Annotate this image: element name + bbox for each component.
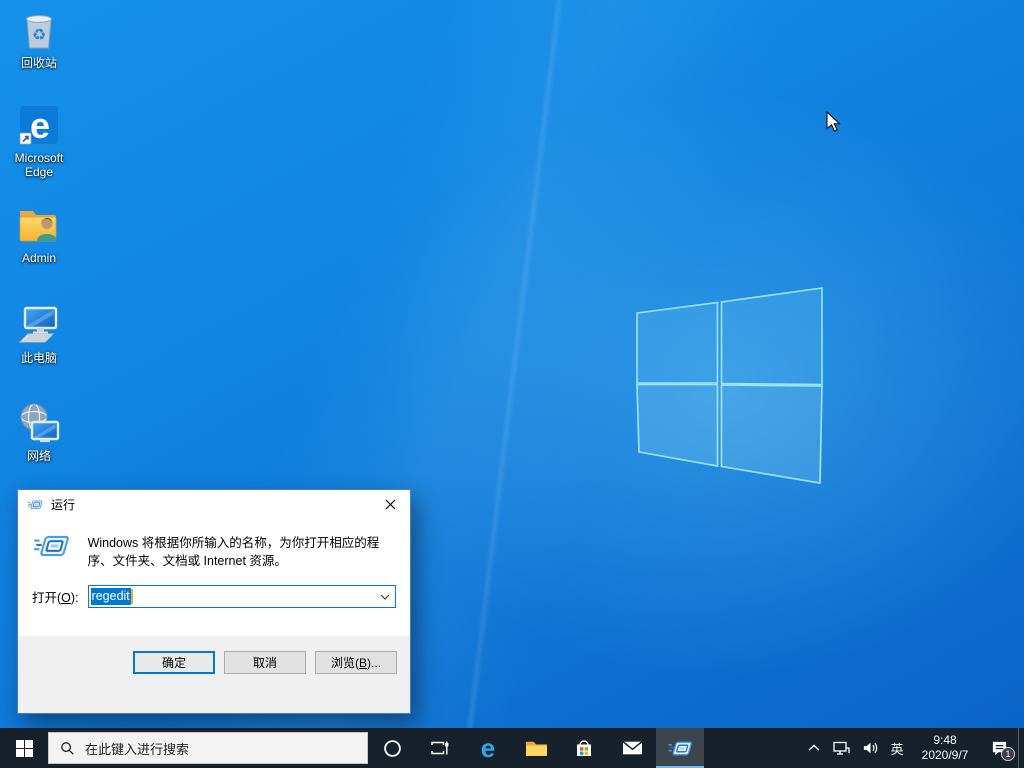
desktop-icon-microsoft-edge[interactable]: e Microsoft Edge bbox=[1, 101, 77, 180]
system-tray: 英 9:48 2020/9/7 1 bbox=[802, 728, 1024, 768]
tray-expand-button[interactable] bbox=[802, 728, 826, 768]
desktop-icon-this-pc[interactable]: 此电脑 bbox=[1, 301, 77, 365]
taskbar-edge-button[interactable]: e bbox=[464, 728, 512, 768]
ok-button[interactable]: 确定 bbox=[133, 651, 215, 674]
run-icon bbox=[667, 741, 693, 755]
show-desktop-button[interactable] bbox=[1018, 728, 1024, 768]
close-button[interactable] bbox=[370, 490, 410, 519]
language-indicator[interactable]: 英 bbox=[884, 728, 910, 768]
mail-icon bbox=[622, 741, 642, 755]
run-icon bbox=[27, 499, 43, 509]
run-dialog-titlebar[interactable]: 运行 bbox=[18, 490, 410, 519]
network-status[interactable] bbox=[826, 728, 856, 768]
recycle-bin-icon: ♻ bbox=[26, 15, 52, 49]
taskbar: 在此键入进行搜索 e 英 9:48 2020/9/7 1 bbox=[0, 728, 1024, 768]
speaker-icon bbox=[863, 742, 877, 754]
run-dialog-footer: 确定 取消 浏览(B)... bbox=[18, 636, 410, 713]
recycle-symbol: ♻ bbox=[32, 27, 46, 44]
windows-logo bbox=[636, 287, 823, 484]
user-folder-icon bbox=[19, 211, 57, 242]
search-icon bbox=[61, 741, 74, 755]
taskbar-run-button-active[interactable] bbox=[656, 728, 704, 768]
cortana-button[interactable] bbox=[368, 728, 416, 768]
browse-button[interactable]: 浏览(B)... bbox=[315, 651, 397, 674]
file-explorer-icon bbox=[525, 741, 547, 756]
start-button[interactable] bbox=[0, 728, 48, 768]
task-view-button[interactable] bbox=[416, 728, 464, 768]
icon-label: Admin bbox=[21, 251, 56, 265]
run-icon-large bbox=[33, 535, 70, 557]
run-dialog-content: Windows 将根据你所输入的名称，为你打开相应的程序、文件夹、文档或 Int… bbox=[18, 519, 410, 636]
desktop-icon-network[interactable]: 网络 bbox=[1, 399, 77, 463]
close-icon bbox=[385, 499, 395, 510]
store-icon bbox=[577, 740, 591, 756]
chevron-up-icon bbox=[808, 744, 820, 751]
icon-label: 此电脑 bbox=[20, 351, 57, 365]
network-icon bbox=[20, 403, 60, 443]
taskbar-search[interactable]: 在此键入进行搜索 bbox=[48, 732, 368, 764]
desktop-icon-admin-folder[interactable]: Admin bbox=[1, 201, 77, 265]
task-view-icon bbox=[431, 741, 449, 755]
clock-time: 9:48 bbox=[933, 733, 957, 747]
mouse-cursor bbox=[826, 111, 841, 132]
desktop: ♻ 回收站 e Microsoft Edge Admin 此电脑 网络 运行 W… bbox=[0, 0, 1024, 768]
volume-status[interactable] bbox=[856, 728, 884, 768]
this-pc-icon bbox=[18, 306, 58, 343]
action-center-button[interactable]: 1 bbox=[980, 728, 1018, 768]
search-placeholder: 在此键入进行搜索 bbox=[85, 741, 190, 757]
run-description: Windows 将根据你所输入的名称，为你打开相应的程序、文件夹、文档或 Int… bbox=[87, 536, 380, 569]
clock-date: 2020/9/7 bbox=[921, 748, 969, 762]
store-button[interactable] bbox=[560, 728, 608, 768]
windows-start-icon bbox=[15, 739, 33, 757]
cortana-icon bbox=[383, 739, 401, 757]
text-caret bbox=[130, 589, 133, 605]
icon-label: 网络 bbox=[26, 449, 51, 463]
combobox-value[interactable]: regedit bbox=[90, 588, 131, 606]
ethernet-icon bbox=[832, 741, 850, 755]
taskbar-clock[interactable]: 9:48 2020/9/7 bbox=[910, 728, 980, 768]
open-combobox[interactable]: regedit bbox=[87, 585, 396, 609]
edge-icon: e bbox=[480, 733, 496, 763]
desktop-icon-recycle-bin[interactable]: ♻ 回收站 bbox=[1, 6, 77, 70]
icon-label: Microsoft Edge bbox=[14, 151, 64, 180]
dialog-title: 运行 bbox=[51, 498, 76, 512]
notification-badge: 1 bbox=[1001, 747, 1015, 761]
chevron-down-icon bbox=[380, 594, 390, 600]
open-label: 打开(O): bbox=[32, 591, 79, 606]
file-explorer-button[interactable] bbox=[512, 728, 560, 768]
cancel-button[interactable]: 取消 bbox=[224, 651, 306, 674]
edge-icon: e bbox=[19, 105, 58, 146]
combobox-dropdown-button[interactable] bbox=[375, 594, 395, 600]
svg-text:e: e bbox=[30, 105, 50, 146]
icon-label: 回收站 bbox=[20, 56, 57, 70]
run-dialog: 运行 Windows 将根据你所输入的名称，为你打开相应的程序、文件夹、文档或 … bbox=[17, 489, 411, 714]
taskbar-spacer bbox=[704, 728, 802, 768]
mail-button[interactable] bbox=[608, 728, 656, 768]
